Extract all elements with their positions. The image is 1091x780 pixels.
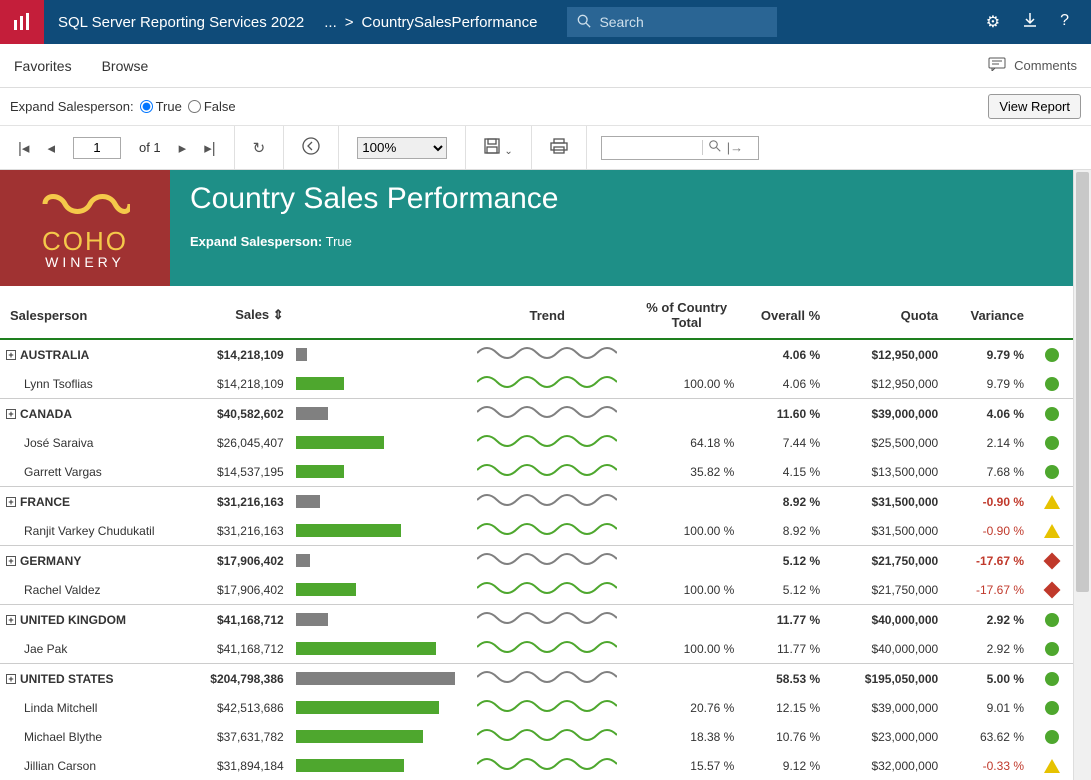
expand-icon[interactable]: + bbox=[6, 674, 16, 684]
col-indicator bbox=[1030, 292, 1073, 339]
indicator-green bbox=[1045, 701, 1059, 715]
report-subtitle: Expand Salesperson: True bbox=[190, 234, 559, 249]
page-of-label: of 1 bbox=[139, 140, 161, 155]
find-icon[interactable] bbox=[709, 140, 721, 155]
sales-table: Salesperson Sales ⇕ Trend % of Country T… bbox=[0, 292, 1073, 780]
indicator-green bbox=[1045, 672, 1059, 686]
table-row: +UNITED KINGDOM$41,168,71211.77 %$40,000… bbox=[0, 605, 1073, 635]
table-row: Linda Mitchell$42,513,68620.76 %12.15 %$… bbox=[0, 693, 1073, 722]
first-page-icon[interactable]: |◂ bbox=[18, 139, 29, 157]
param-true[interactable]: True bbox=[140, 99, 182, 114]
table-row: Michael Blythe$37,631,78218.38 %10.76 %$… bbox=[0, 722, 1073, 751]
table-row: +AUSTRALIA$14,218,1094.06 %$12,950,0009.… bbox=[0, 339, 1073, 369]
find-next-icon[interactable]: |→ bbox=[727, 140, 743, 155]
table-row: Jillian Carson$31,894,18415.57 %9.12 %$3… bbox=[0, 751, 1073, 780]
col-pct-country[interactable]: % of Country Total bbox=[633, 292, 740, 339]
back-icon[interactable] bbox=[302, 137, 320, 159]
indicator-green bbox=[1045, 348, 1059, 362]
param-false[interactable]: False bbox=[188, 99, 236, 114]
comments-label: Comments bbox=[1014, 58, 1077, 73]
report-title: Country Sales Performance bbox=[190, 182, 559, 216]
col-salesperson[interactable]: Salesperson bbox=[0, 292, 193, 339]
last-page-icon[interactable]: ▸| bbox=[204, 139, 215, 157]
app-logo[interactable] bbox=[0, 0, 44, 44]
table-row: +FRANCE$31,216,1638.92 %$31,500,000-0.90… bbox=[0, 487, 1073, 517]
nav-comments[interactable]: Comments bbox=[988, 57, 1077, 74]
report-viewport: COHO WINERY Country Sales Performance Ex… bbox=[0, 170, 1091, 780]
vertical-scrollbar[interactable] bbox=[1073, 170, 1091, 780]
table-row: Lynn Tsoflias$14,218,109100.00 %4.06 %$1… bbox=[0, 369, 1073, 399]
nav-browse[interactable]: Browse bbox=[102, 58, 149, 74]
table-row: +CANADA$40,582,60211.60 %$39,000,0004.06… bbox=[0, 399, 1073, 429]
indicator-yellow bbox=[1044, 759, 1060, 773]
indicator-green bbox=[1045, 407, 1059, 421]
expand-icon[interactable]: + bbox=[6, 556, 16, 566]
company-logo: COHO WINERY bbox=[0, 170, 170, 286]
col-variance[interactable]: Variance bbox=[944, 292, 1030, 339]
help-icon[interactable]: ? bbox=[1060, 12, 1069, 33]
search-input[interactable] bbox=[599, 14, 759, 30]
prev-page-icon[interactable]: ◂ bbox=[47, 139, 55, 157]
report-toolbar: |◂ ◂ of 1 ▸ ▸| ↻ 100% ⌄ |→ bbox=[0, 126, 1091, 170]
nav-favorites[interactable]: Favorites bbox=[14, 58, 72, 74]
next-page-icon[interactable]: ▸ bbox=[179, 139, 187, 157]
parameter-bar: Expand Salesperson: True False View Repo… bbox=[0, 88, 1091, 126]
col-trend[interactable]: Trend bbox=[461, 292, 633, 339]
table-row: Rachel Valdez$17,906,402100.00 %5.12 %$2… bbox=[0, 575, 1073, 605]
col-bar-header bbox=[290, 292, 462, 339]
save-icon[interactable]: ⌄ bbox=[484, 138, 513, 158]
param-label: Expand Salesperson: bbox=[10, 99, 134, 114]
indicator-red bbox=[1043, 553, 1060, 570]
table-row: +GERMANY$17,906,4025.12 %$21,750,000-17.… bbox=[0, 546, 1073, 576]
table-row: Garrett Vargas$14,537,19535.82 %4.15 %$1… bbox=[0, 457, 1073, 487]
top-header: SQL Server Reporting Services 2022 ... >… bbox=[0, 0, 1091, 44]
search-icon bbox=[577, 14, 591, 31]
scroll-thumb[interactable] bbox=[1076, 172, 1089, 592]
nav-bar: Favorites Browse Comments bbox=[0, 44, 1091, 88]
expand-icon[interactable]: + bbox=[6, 497, 16, 507]
comments-icon bbox=[988, 57, 1006, 74]
top-actions: ⚙ ? bbox=[986, 12, 1091, 33]
logo-text-top: COHO bbox=[42, 228, 128, 254]
expand-icon[interactable]: + bbox=[6, 350, 16, 360]
col-quota[interactable]: Quota bbox=[826, 292, 944, 339]
table-row: +UNITED STATES$204,798,38658.53 %$195,05… bbox=[0, 664, 1073, 694]
indicator-green bbox=[1045, 436, 1059, 450]
breadcrumb-sep: > bbox=[345, 14, 354, 31]
global-search[interactable] bbox=[567, 7, 777, 37]
indicator-green bbox=[1045, 377, 1059, 391]
download-icon[interactable] bbox=[1022, 12, 1038, 33]
refresh-icon[interactable]: ↻ bbox=[253, 139, 266, 157]
logo-text-bottom: WINERY bbox=[45, 254, 125, 270]
indicator-green bbox=[1045, 465, 1059, 479]
indicator-green bbox=[1045, 730, 1059, 744]
table-row: Ranjit Varkey Chudukatil$31,216,163100.0… bbox=[0, 516, 1073, 546]
zoom-select[interactable]: 100% bbox=[357, 137, 447, 159]
table-row: Jae Pak$41,168,712100.00 %11.77 %$40,000… bbox=[0, 634, 1073, 664]
breadcrumb-current[interactable]: CountrySalesPerformance bbox=[362, 14, 538, 31]
expand-icon[interactable]: + bbox=[6, 409, 16, 419]
breadcrumb: ... > CountrySalesPerformance bbox=[324, 14, 537, 31]
indicator-yellow bbox=[1044, 495, 1060, 509]
table-row: José Saraiva$26,045,40764.18 %7.44 %$25,… bbox=[0, 428, 1073, 457]
indicator-green bbox=[1045, 613, 1059, 627]
report-search-input[interactable] bbox=[602, 140, 702, 155]
indicator-yellow bbox=[1044, 524, 1060, 538]
view-report-button[interactable]: View Report bbox=[988, 94, 1081, 119]
expand-icon[interactable]: + bbox=[6, 615, 16, 625]
indicator-red bbox=[1043, 582, 1060, 599]
col-sales[interactable]: Sales ⇕ bbox=[193, 292, 290, 339]
report-header: COHO WINERY Country Sales Performance Ex… bbox=[0, 170, 1073, 286]
gear-icon[interactable]: ⚙ bbox=[986, 12, 1000, 33]
report-search[interactable]: |→ bbox=[601, 136, 759, 160]
col-overall[interactable]: Overall % bbox=[740, 292, 826, 339]
print-icon[interactable] bbox=[550, 138, 568, 158]
app-title: SQL Server Reporting Services 2022 bbox=[58, 14, 304, 31]
page-number-input[interactable] bbox=[73, 137, 121, 159]
indicator-green bbox=[1045, 642, 1059, 656]
breadcrumb-ellipsis[interactable]: ... bbox=[324, 14, 337, 31]
